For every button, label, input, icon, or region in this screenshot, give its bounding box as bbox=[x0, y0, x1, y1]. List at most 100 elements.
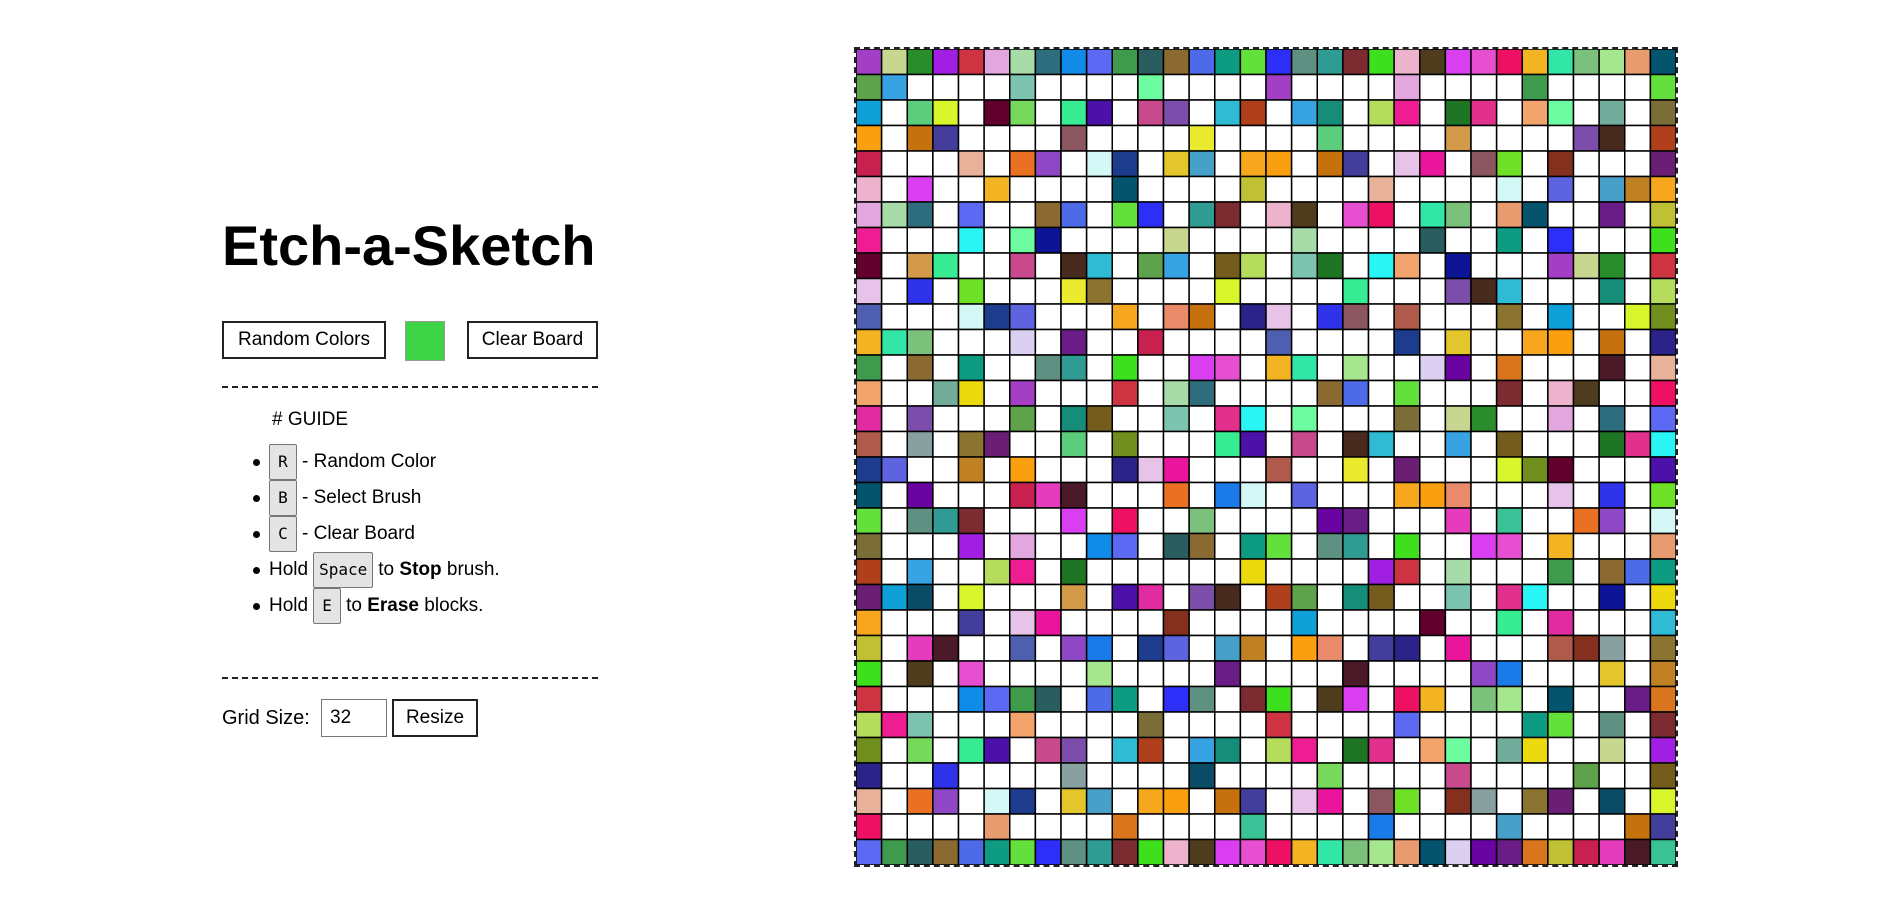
grid-cell[interactable] bbox=[1598, 73, 1626, 101]
grid-cell[interactable] bbox=[1137, 736, 1165, 764]
grid-cell[interactable] bbox=[1367, 762, 1395, 790]
grid-cell[interactable] bbox=[856, 660, 883, 688]
grid-cell[interactable] bbox=[932, 277, 960, 305]
grid-cell[interactable] bbox=[856, 150, 883, 178]
grid-cell[interactable] bbox=[1034, 226, 1062, 254]
grid-cell[interactable] bbox=[1188, 405, 1216, 433]
grid-cell[interactable] bbox=[1111, 252, 1139, 280]
grid-cell[interactable] bbox=[932, 99, 960, 127]
grid-cell[interactable] bbox=[957, 405, 985, 433]
grid-cell[interactable] bbox=[1290, 277, 1319, 305]
grid-cell[interactable] bbox=[1342, 303, 1370, 331]
grid-cell[interactable] bbox=[1649, 201, 1676, 229]
grid-cell[interactable] bbox=[1367, 456, 1395, 484]
grid-cell[interactable] bbox=[1649, 813, 1676, 841]
grid-cell[interactable] bbox=[1547, 99, 1575, 127]
grid-cell[interactable] bbox=[1470, 456, 1498, 484]
grid-cell[interactable] bbox=[1214, 456, 1242, 484]
grid-cell[interactable] bbox=[1290, 838, 1319, 866]
grid-cell[interactable] bbox=[1547, 558, 1575, 586]
grid-cell[interactable] bbox=[1188, 507, 1216, 535]
grid-cell[interactable] bbox=[1085, 252, 1114, 280]
grid-cell[interactable] bbox=[1367, 379, 1395, 407]
grid-cell[interactable] bbox=[1290, 787, 1319, 815]
grid-cell[interactable] bbox=[1367, 813, 1395, 841]
grid-cell[interactable] bbox=[1009, 787, 1037, 815]
grid-cell[interactable] bbox=[906, 124, 934, 152]
grid-cell[interactable] bbox=[1239, 405, 1267, 433]
grid-cell[interactable] bbox=[1316, 379, 1344, 407]
grid-cell[interactable] bbox=[1188, 838, 1216, 866]
grid-cell[interactable] bbox=[1649, 456, 1676, 484]
grid-cell[interactable] bbox=[906, 762, 934, 790]
grid-cell[interactable] bbox=[906, 99, 934, 127]
grid-cell[interactable] bbox=[1009, 660, 1037, 688]
grid-cell[interactable] bbox=[1290, 405, 1319, 433]
grid-cell[interactable] bbox=[1393, 379, 1421, 407]
grid-cell[interactable] bbox=[1239, 226, 1267, 254]
grid-cell[interactable] bbox=[1316, 532, 1344, 560]
grid-cell[interactable] bbox=[906, 379, 934, 407]
grid-cell[interactable] bbox=[1162, 660, 1190, 688]
grid-cell[interactable] bbox=[906, 813, 934, 841]
grid-cell[interactable] bbox=[1085, 660, 1114, 688]
grid-cell[interactable] bbox=[1060, 303, 1088, 331]
grid-cell[interactable] bbox=[1162, 226, 1190, 254]
grid-cell[interactable] bbox=[1495, 252, 1524, 280]
grid-cell[interactable] bbox=[1060, 379, 1088, 407]
grid-cell[interactable] bbox=[880, 73, 909, 101]
grid-cell[interactable] bbox=[1188, 685, 1216, 713]
grid-cell[interactable] bbox=[906, 354, 934, 382]
grid-cell[interactable] bbox=[1111, 150, 1139, 178]
grid-cell[interactable] bbox=[1188, 124, 1216, 152]
grid-cell[interactable] bbox=[932, 787, 960, 815]
grid-cell[interactable] bbox=[1162, 277, 1190, 305]
grid-cell[interactable] bbox=[1085, 99, 1114, 127]
grid-cell[interactable] bbox=[1419, 379, 1447, 407]
grid-cell[interactable] bbox=[906, 252, 934, 280]
grid-cell[interactable] bbox=[1137, 685, 1165, 713]
grid-cell[interactable] bbox=[1085, 73, 1114, 101]
grid-cell[interactable] bbox=[880, 532, 909, 560]
grid-cell[interactable] bbox=[1367, 303, 1395, 331]
grid-cell[interactable] bbox=[983, 481, 1011, 509]
grid-cell[interactable] bbox=[1316, 328, 1344, 356]
grid-cell[interactable] bbox=[1367, 328, 1395, 356]
grid-cell[interactable] bbox=[1495, 660, 1524, 688]
grid-cell[interactable] bbox=[1393, 787, 1421, 815]
grid-cell[interactable] bbox=[1085, 736, 1114, 764]
grid-cell[interactable] bbox=[880, 379, 909, 407]
grid-cell[interactable] bbox=[1342, 685, 1370, 713]
grid-cell[interactable] bbox=[1290, 481, 1319, 509]
grid-cell[interactable] bbox=[1470, 430, 1498, 458]
grid-cell[interactable] bbox=[1419, 711, 1447, 739]
grid-cell[interactable] bbox=[1034, 99, 1062, 127]
grid-cell[interactable] bbox=[1419, 787, 1447, 815]
grid-cell[interactable] bbox=[1137, 762, 1165, 790]
grid-cell[interactable] bbox=[1214, 481, 1242, 509]
grid-cell[interactable] bbox=[1495, 175, 1524, 203]
grid-cell[interactable] bbox=[983, 685, 1011, 713]
grid-cell[interactable] bbox=[1419, 660, 1447, 688]
grid-cell[interactable] bbox=[1009, 507, 1037, 535]
grid-cell[interactable] bbox=[983, 787, 1011, 815]
grid-cell[interactable] bbox=[1598, 456, 1626, 484]
grid-cell[interactable] bbox=[983, 711, 1011, 739]
grid-cell[interactable] bbox=[1111, 711, 1139, 739]
grid-cell[interactable] bbox=[983, 73, 1011, 101]
grid-cell[interactable] bbox=[1393, 685, 1421, 713]
grid-cell[interactable] bbox=[983, 226, 1011, 254]
grid-cell[interactable] bbox=[1547, 507, 1575, 535]
grid-cell[interactable] bbox=[1137, 303, 1165, 331]
grid-cell[interactable] bbox=[1239, 99, 1267, 127]
grid-cell[interactable] bbox=[1085, 558, 1114, 586]
grid-cell[interactable] bbox=[1034, 73, 1062, 101]
grid-cell[interactable] bbox=[1239, 685, 1267, 713]
grid-cell[interactable] bbox=[1009, 762, 1037, 790]
grid-cell[interactable] bbox=[1009, 813, 1037, 841]
grid-cell[interactable] bbox=[1188, 787, 1216, 815]
grid-cell[interactable] bbox=[906, 481, 934, 509]
grid-cell[interactable] bbox=[1624, 175, 1652, 203]
grid-cell[interactable] bbox=[983, 430, 1011, 458]
grid-cell[interactable] bbox=[1342, 532, 1370, 560]
